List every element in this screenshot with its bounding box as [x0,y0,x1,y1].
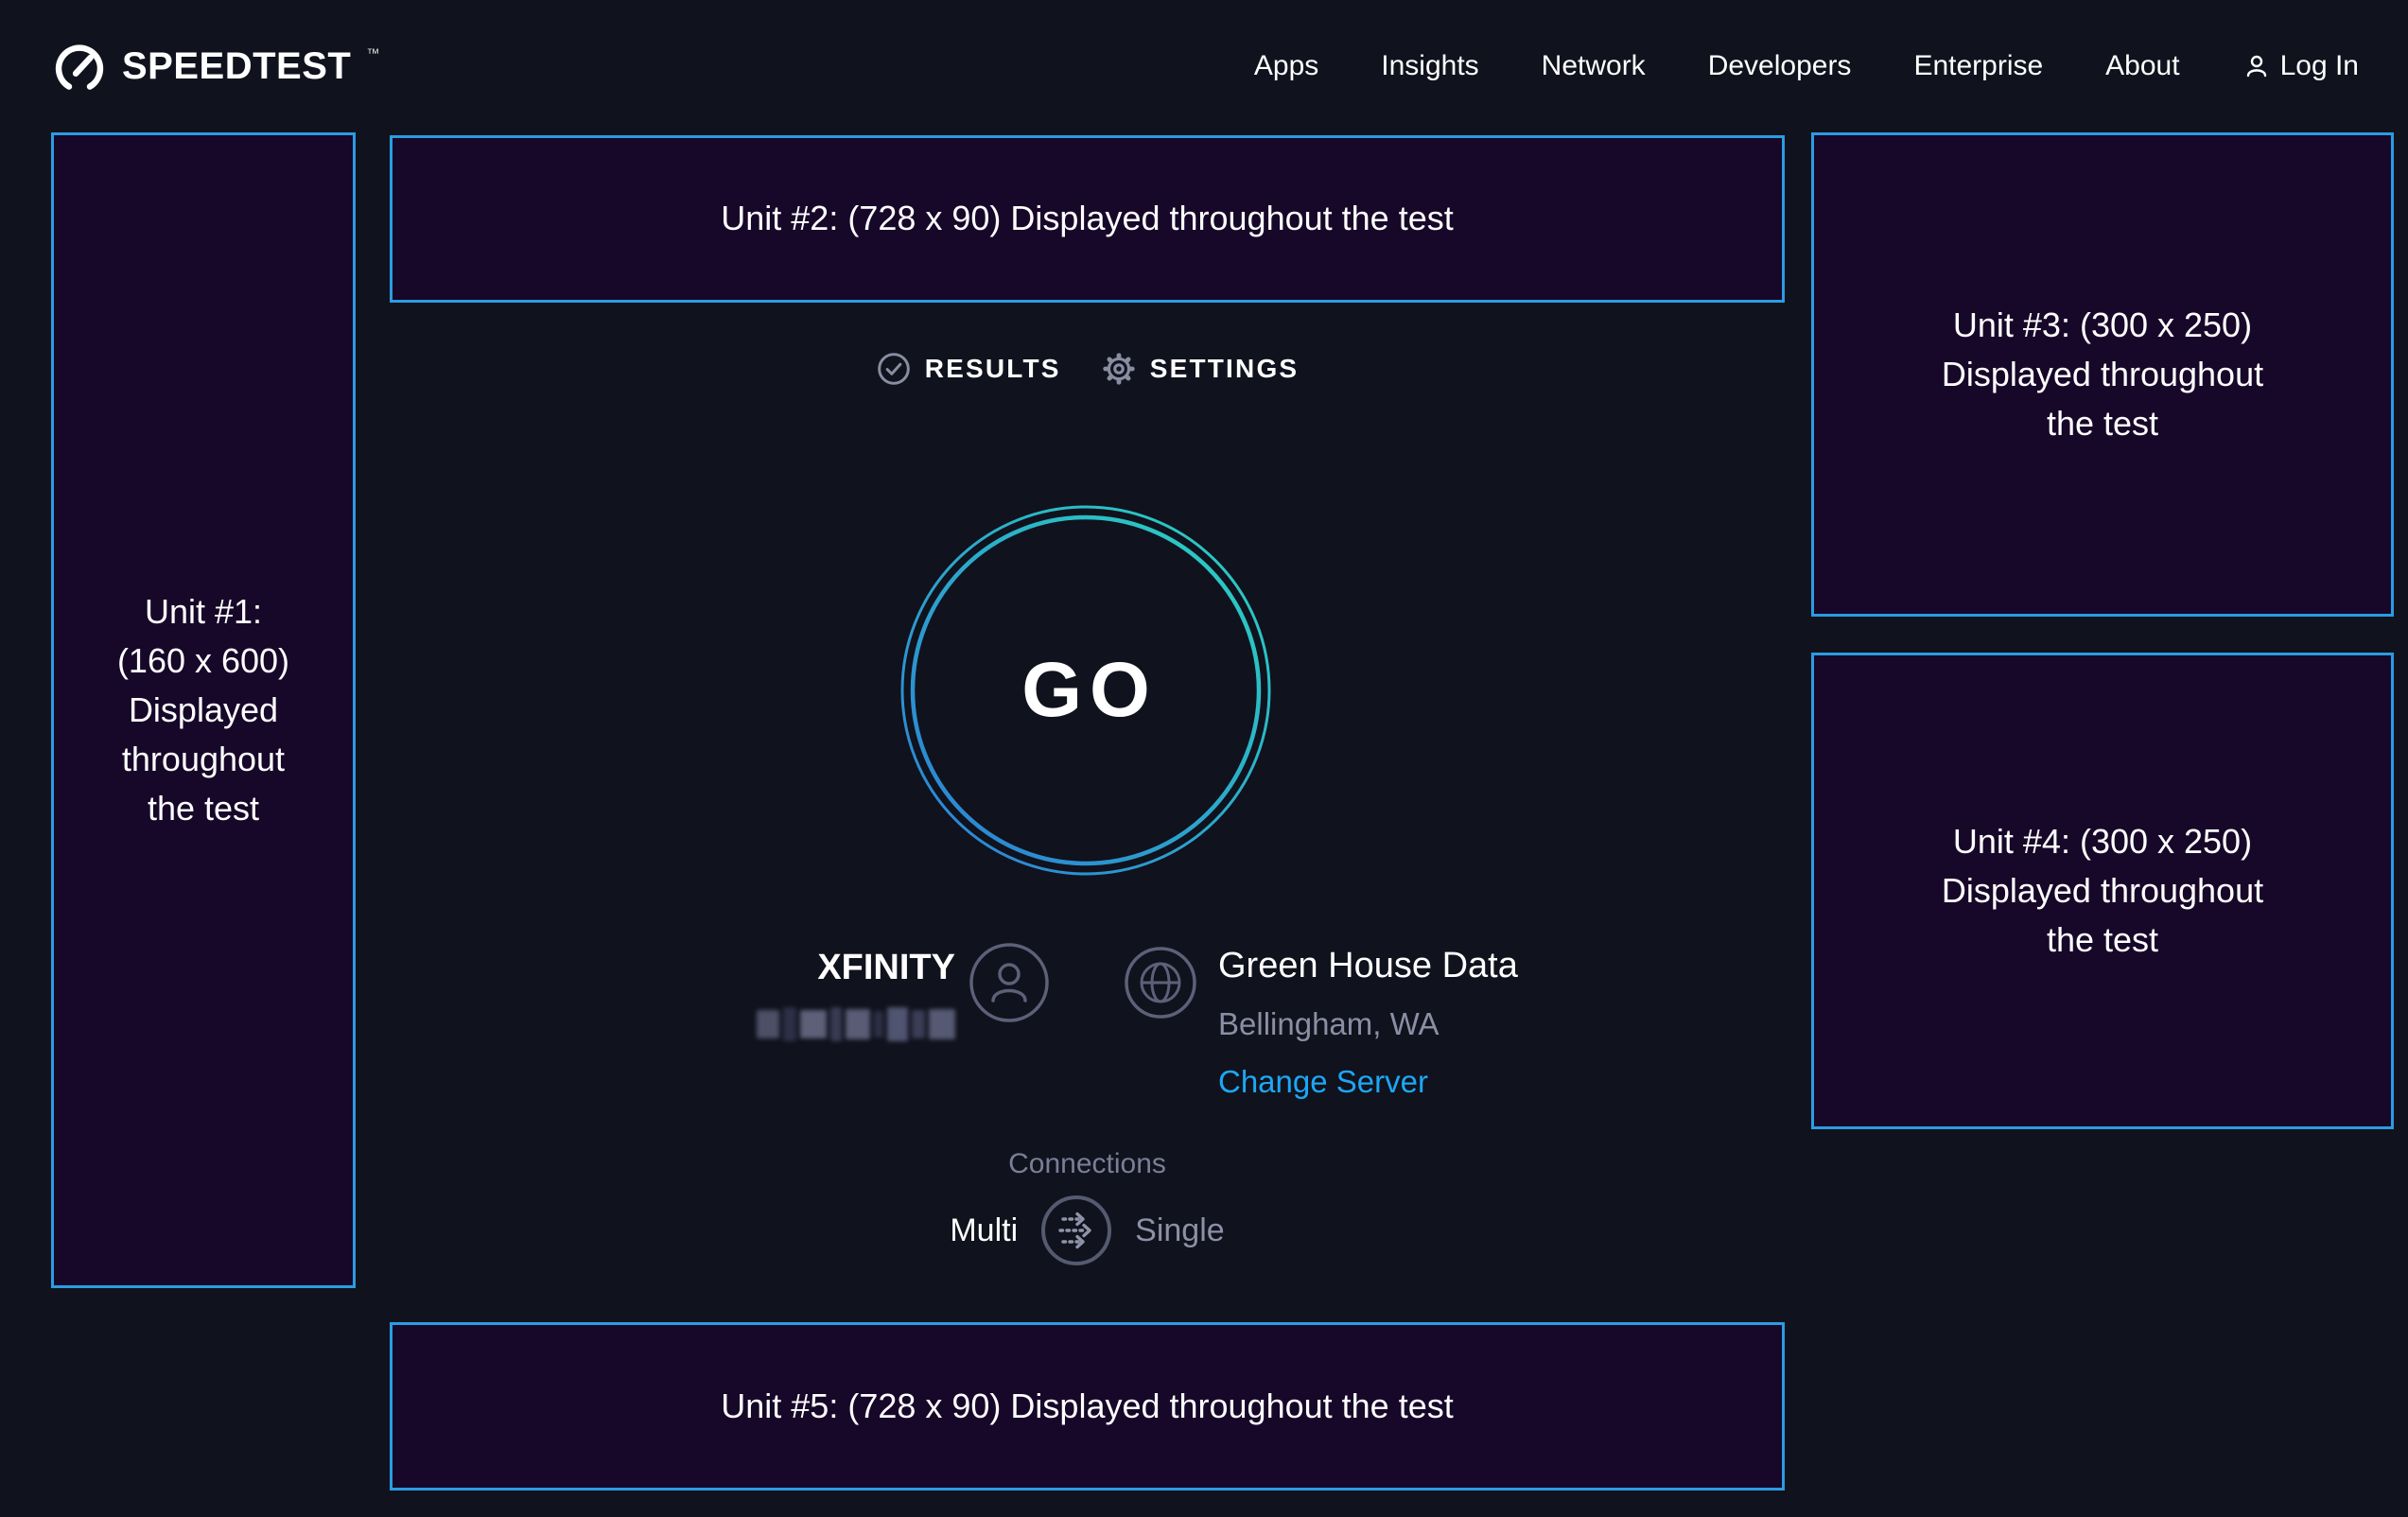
tab-results[interactable]: RESULTS [876,351,1061,387]
ad-unit-4: Unit #4: (300 x 250) Displayed throughou… [1811,653,2394,1129]
results-check-icon [876,351,912,387]
ad-unit-4-text: Unit #4: (300 x 250) Displayed throughou… [1942,817,2263,966]
server-name: Green House Data [1218,946,1518,986]
logo-wordmark: SPEEDTEST [122,45,351,88]
nav-insights[interactable]: Insights [1381,50,1478,82]
ad-unit-2-text: Unit #2: (728 x 90) Displayed throughout… [721,194,1453,243]
connections-single-option[interactable]: Single [1135,1212,1225,1249]
tab-bar: RESULTS [390,346,1785,392]
connections-row: Multi Single [390,1194,1785,1267]
speedtest-page: SPEEDTEST ™ Apps Insights Network Develo… [0,0,2408,1517]
ad-unit-5-text: Unit #5: (728 x 90) Displayed throughout… [721,1382,1453,1431]
login-label: Log In [2280,50,2359,82]
multi-connection-arrows-icon [1040,1194,1112,1266]
login-link[interactable]: Log In [2242,50,2359,82]
settings-label: SETTINGS [1150,354,1300,384]
change-server-link[interactable]: Change Server [1218,1064,1428,1100]
ad-unit-3: Unit #3: (300 x 250) Displayed throughou… [1811,132,2394,617]
ad-unit-2: Unit #2: (728 x 90) Displayed throughout… [390,135,1785,303]
speedtest-gauge-icon [50,37,109,96]
settings-gear-icon [1101,351,1137,387]
go-label: GO [1014,646,1158,735]
nav-enterprise[interactable]: Enterprise [1913,50,2043,82]
connections-multi-option[interactable]: Multi [950,1212,1018,1249]
server-info: Green House Data Bellingham, WA Change S… [1218,946,1518,1100]
isp-person-icon [969,943,1049,1022]
ad-unit-1-text: Unit #1: (160 x 600) Displayed throughou… [117,587,289,834]
isp-name: XFINITY [662,948,955,988]
go-button[interactable]: GO [899,503,1273,878]
nav-about[interactable]: About [2105,50,2179,82]
ad-unit-3-text: Unit #3: (300 x 250) Displayed throughou… [1942,301,2263,449]
redacted-ip [751,1006,955,1042]
connections-label: Connections [390,1148,1785,1180]
top-nav-bar: SPEEDTEST ™ Apps Insights Network Develo… [50,0,2359,132]
nav-apps[interactable]: Apps [1254,50,1318,82]
connections-toggle-button[interactable] [1040,1194,1112,1266]
user-icon [2242,52,2271,80]
tab-settings[interactable]: SETTINGS [1101,351,1300,387]
logo-trademark: ™ [366,45,379,61]
server-location: Bellingham, WA [1218,1006,1518,1042]
nav-developers[interactable]: Developers [1708,50,1852,82]
speedtest-logo[interactable]: SPEEDTEST ™ [50,37,377,96]
main-nav: Apps Insights Network Developers Enterpr… [1254,50,2359,82]
nav-network[interactable]: Network [1542,50,1646,82]
ad-unit-1: Unit #1: (160 x 600) Displayed throughou… [51,132,356,1288]
results-label: RESULTS [925,354,1061,384]
ad-unit-5: Unit #5: (728 x 90) Displayed throughout… [390,1322,1785,1491]
server-globe-icon [1125,947,1196,1019]
